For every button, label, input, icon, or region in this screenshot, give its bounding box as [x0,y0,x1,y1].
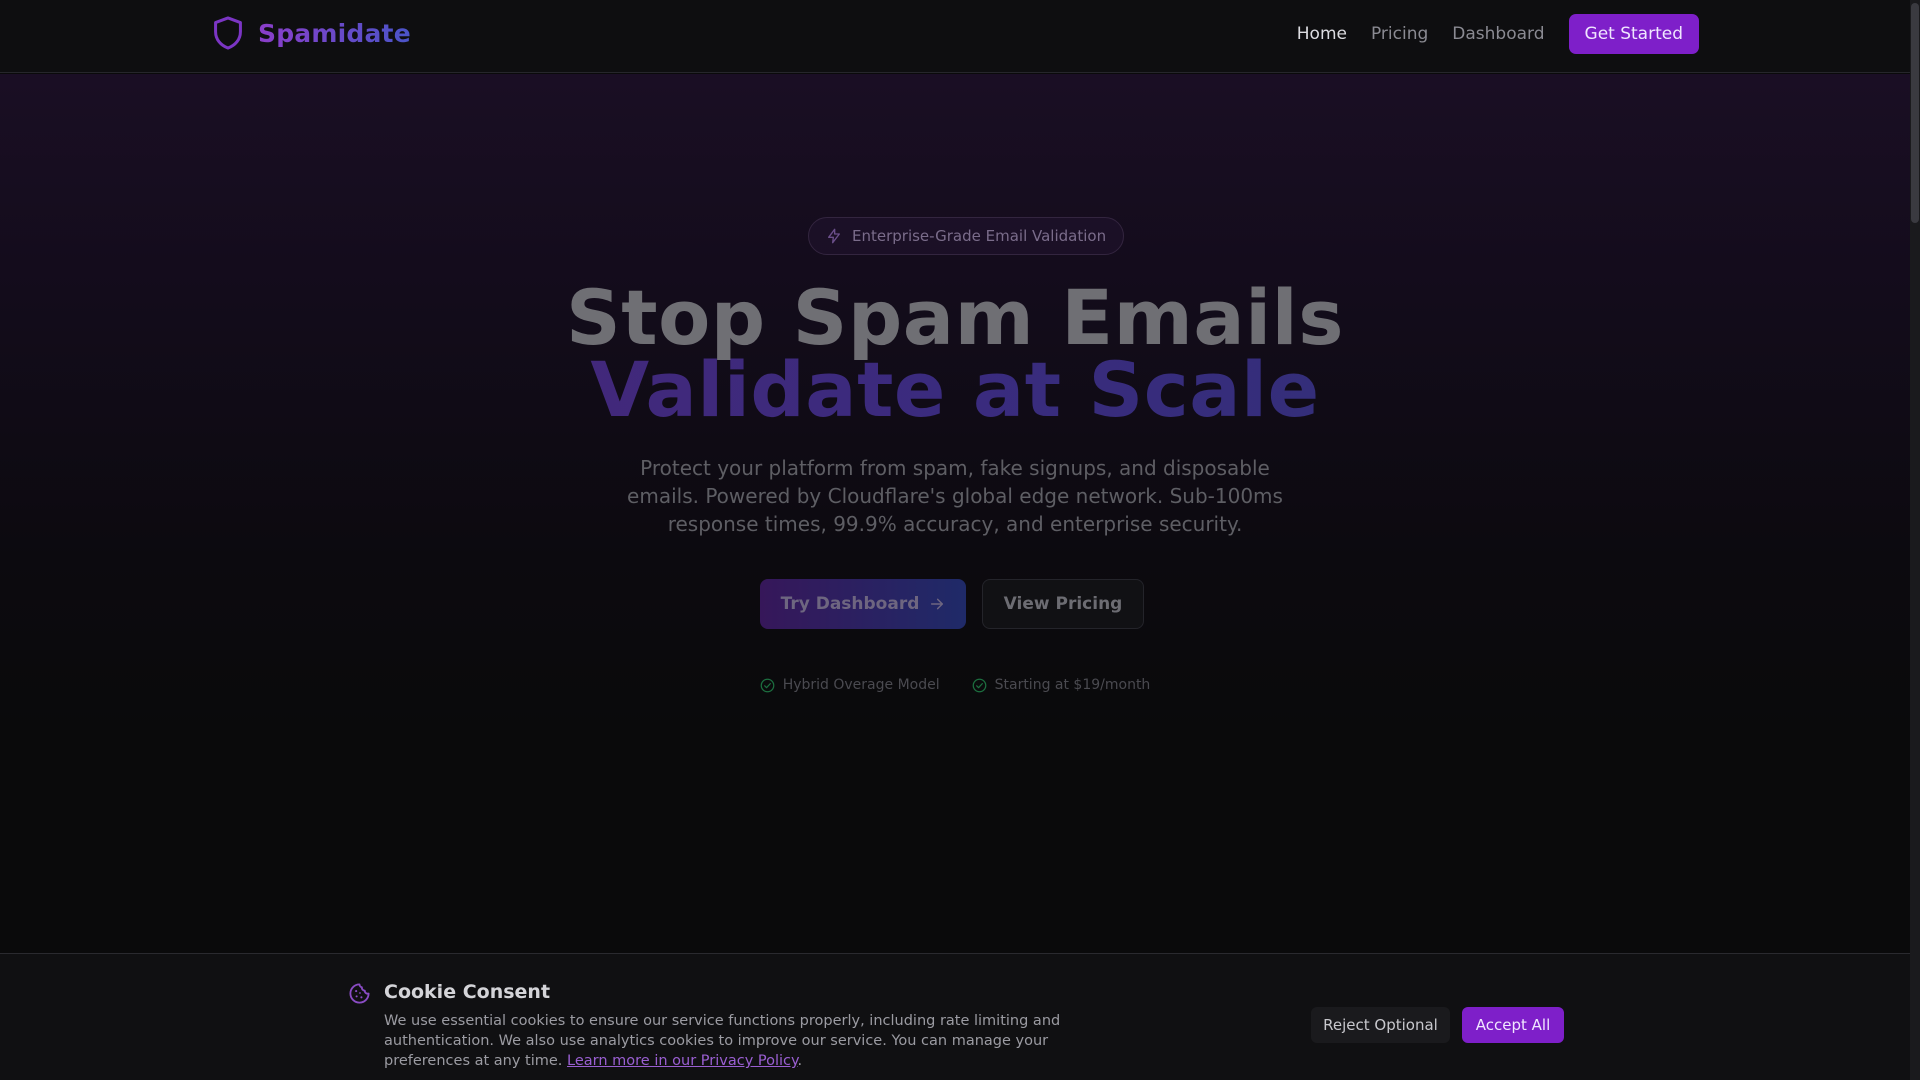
hero-title: Stop Spam Emails Validate at Scale [0,273,1910,428]
lightning-icon [828,228,840,244]
try-dashboard-label: Try Dashboard [780,594,920,614]
reject-optional-button[interactable]: Reject Optional [1311,1007,1450,1043]
nav-links: Home Pricing Dashboard Get Started [1297,14,1699,54]
hero-badge: Enterprise-Grade Email Validation [808,217,1125,255]
scrollbar-thumb[interactable] [1911,3,1919,223]
brand[interactable]: Spamidate [212,16,411,50]
get-started-button[interactable]: Get Started [1568,14,1699,54]
page: Spamidate Home Pricing Dashboard Get Sta… [0,0,1920,1080]
cookie-text-end: . [797,1053,803,1069]
hero-cta-row: Try Dashboard View Pricing [0,579,1910,629]
feature-label: Hybrid Overage Model [782,677,940,693]
nav-link-home[interactable]: Home [1297,24,1347,44]
cookie-title: Cookie Consent [384,981,551,1003]
check-circle-icon [760,678,775,692]
hero-title-line2: Validate at Scale [0,352,1910,428]
accept-all-button[interactable]: Accept All [1462,1007,1564,1043]
feature-label: Starting at $19/month [994,677,1151,693]
arrow-right-icon [931,598,944,610]
hero-section: Enterprise-Grade Email Validation Stop S… [0,74,1910,954]
privacy-policy-link[interactable]: Learn more in our Privacy Policy [567,1053,798,1069]
view-pricing-button[interactable]: View Pricing [982,579,1144,629]
feature-item: Hybrid Overage Model [760,677,940,693]
check-circle-icon [972,678,986,692]
cookie-banner: Cookie Consent We use essential cookies … [0,953,1910,1080]
brand-name: Spamidate [258,18,411,48]
page-scrollbar[interactable] [1910,0,1920,1080]
hero-title-line1: Stop Spam Emails [566,273,1344,362]
cookie-text: We use essential cookies to ensure our s… [384,1011,1064,1071]
hero-subtitle: Protect your platform from spam, fake si… [627,456,1283,536]
hero-features: Hybrid Overage Model Starting at $19/mon… [0,677,1910,693]
shield-icon [214,16,242,50]
nav-link-dashboard[interactable]: Dashboard [1452,24,1544,44]
try-dashboard-button[interactable]: Try Dashboard [760,579,966,629]
cookie-icon [349,983,370,1004]
nav-link-pricing[interactable]: Pricing [1371,24,1428,44]
hero-badge-text: Enterprise-Grade Email Validation [852,227,1107,245]
feature-item: Starting at $19/month [972,677,1151,693]
top-nav: Spamidate Home Pricing Dashboard Get Sta… [0,0,1910,73]
